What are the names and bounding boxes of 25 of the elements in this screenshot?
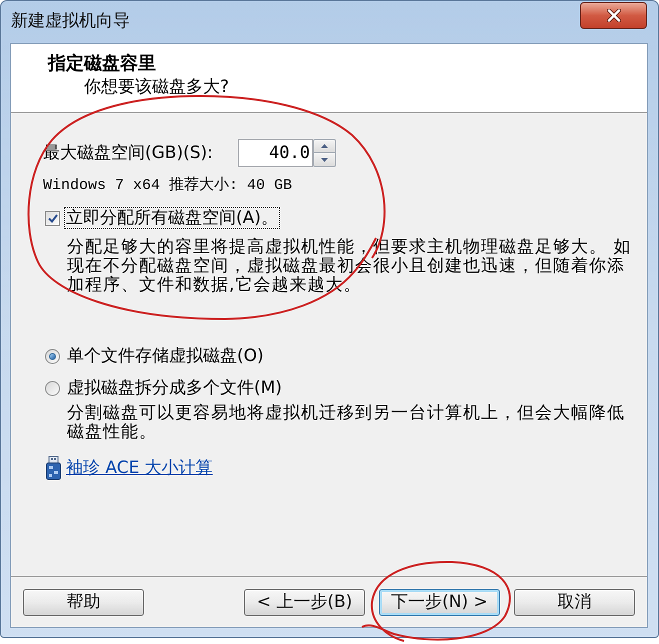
drive-icon [46, 456, 61, 480]
checkbox-label[interactable]: 立即分配所有磁盘空间(A)。 [65, 208, 279, 228]
help-button[interactable]: 帮助 [23, 588, 144, 616]
caret-up-icon [321, 144, 328, 148]
cancel-button[interactable]: 取消 [514, 588, 635, 616]
split-description: 分割磁盘可以更容易地将虚拟机迁移到另一台计算机上，但会大幅降低磁盘性能。 [67, 404, 626, 442]
radio-label[interactable]: 单个文件存储虚拟磁盘(O) [67, 346, 264, 366]
radio-button[interactable] [45, 380, 60, 396]
checkbox[interactable] [45, 210, 60, 226]
spin-up-button[interactable] [313, 139, 336, 153]
caret-down-icon [321, 158, 328, 162]
window-title: 新建虚拟机向导 [11, 10, 130, 32]
close-icon [606, 9, 620, 22]
page-subtitle: 你想要该磁盘多大? [84, 76, 230, 98]
spin-down-button[interactable] [313, 153, 336, 167]
recommendation-text: Windows 7 x64 推荐大小: 40 GB [43, 176, 292, 196]
size-calculator-link[interactable]: 袖珍 ACE 大小计算 [66, 457, 213, 479]
disk-size-field[interactable]: 40.0 [238, 139, 313, 167]
back-button[interactable]: < 上一步(B) [244, 588, 365, 616]
checkmark-icon [48, 214, 58, 222]
radio-label[interactable]: 虚拟磁盘拆分成多个文件(M) [67, 378, 282, 398]
close-button[interactable] [580, 2, 647, 29]
radio-button[interactable] [45, 348, 60, 364]
page-title: 指定磁盘容里 [48, 53, 156, 75]
next-button[interactable]: 下一步(N) > [379, 588, 500, 616]
